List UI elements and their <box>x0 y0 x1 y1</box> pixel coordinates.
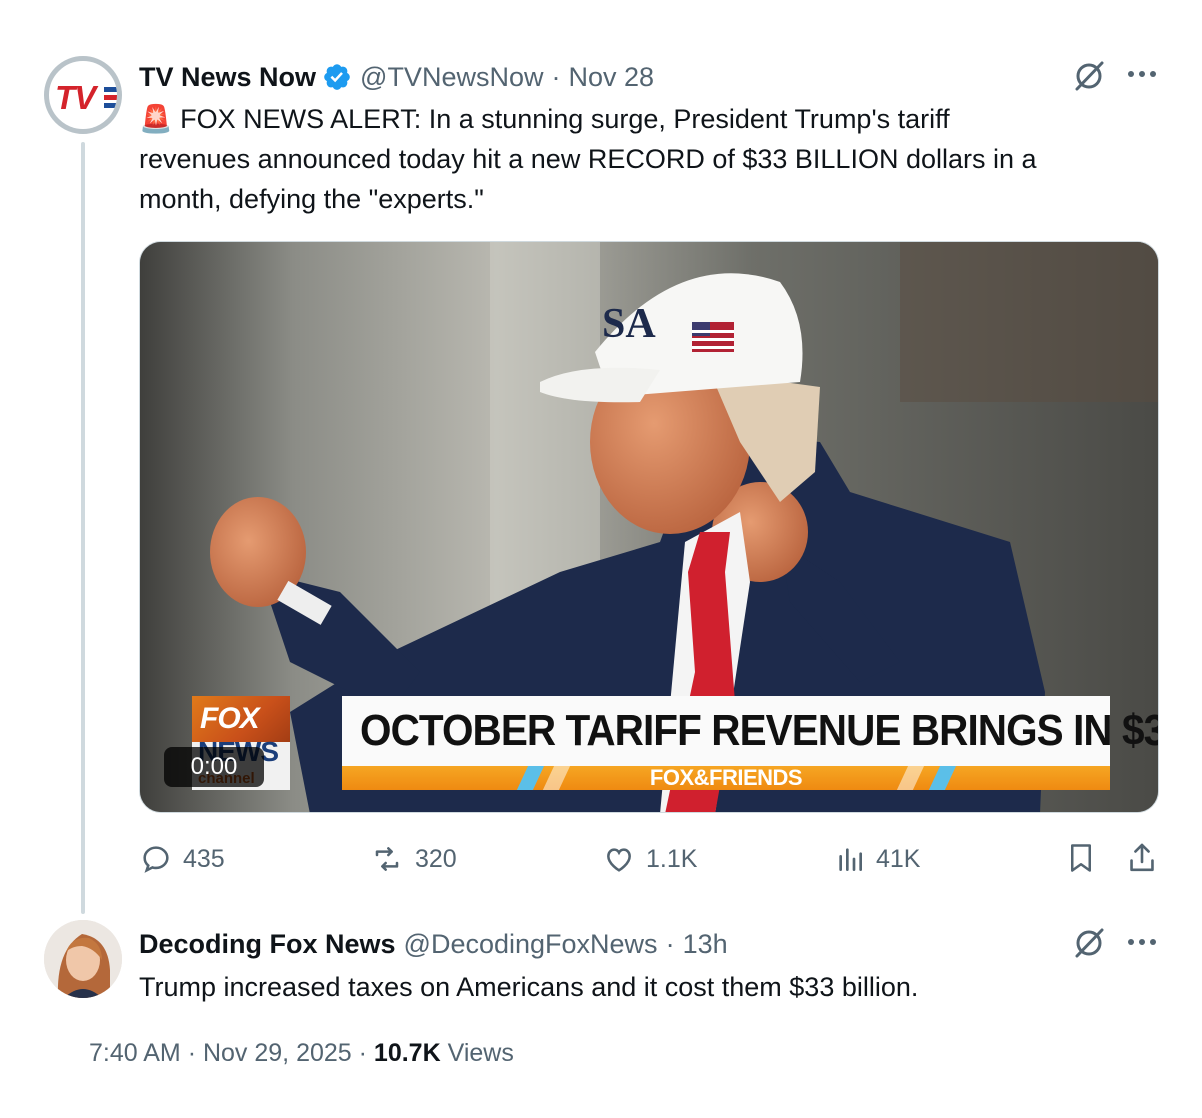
author-name[interactable]: TV News Now <box>139 62 316 93</box>
main-tweet-header: TV News Now @TVNewsNow · Nov 28 <box>139 58 654 96</box>
separator-dot: · <box>187 1039 203 1067</box>
avatar-logo-text: TV <box>55 79 96 116</box>
reply-author-avatar[interactable] <box>44 920 122 998</box>
avatar-logo-bars <box>104 87 117 111</box>
video-time-badge: 0:00 <box>164 747 264 787</box>
reply-count: 435 <box>183 844 225 873</box>
tweet-text-line-1: FOX NEWS ALERT: In a stunning surge, Pre… <box>180 104 950 134</box>
more-icon[interactable] <box>1126 66 1158 82</box>
chyron-show-name: FOX&FRIENDS <box>649 766 803 790</box>
reply-author-handle[interactable]: @DecodingFoxNews <box>404 929 658 960</box>
like-icon <box>607 848 631 872</box>
tweet-text: 🚨 FOX NEWS ALERT: In a stunning surge, P… <box>139 99 1159 219</box>
tweet-date[interactable]: Nov 28 <box>568 62 654 93</box>
share-icon[interactable] <box>1126 841 1158 875</box>
separator-dot: · <box>665 928 675 959</box>
views-icon <box>839 848 862 871</box>
svg-text:SA: SA <box>602 301 656 347</box>
like-count: 1.1K <box>646 844 698 873</box>
siren-emoji: 🚨 <box>139 104 173 134</box>
reply-button[interactable]: 435 <box>139 841 225 877</box>
grok-icon[interactable] <box>1071 58 1107 94</box>
reply-icon <box>143 846 169 873</box>
more-icon[interactable] <box>1126 934 1158 950</box>
repost-icon <box>375 847 399 871</box>
post-meta: 7:40 AM · Nov 29, 2025 · 10.7K Views <box>89 1039 514 1068</box>
chyron-show-bar: FOX&FRIENDS <box>342 766 1110 790</box>
tweet-text-line-3: month, defying the "experts." <box>139 184 484 214</box>
post-date[interactable]: Nov 29, 2025 <box>203 1039 352 1067</box>
reply-text: Trump increased taxes on Americans and i… <box>139 972 919 1002</box>
views-total: 10.7K <box>373 1039 441 1067</box>
post-time[interactable]: 7:40 AM <box>89 1039 181 1067</box>
tweet-text-line-2: revenues announced today hit a new RECOR… <box>139 144 1037 174</box>
views-button[interactable]: 41K <box>834 841 920 877</box>
thread-line <box>81 142 85 914</box>
bookmark-icon[interactable] <box>1066 841 1096 875</box>
reply-author-name[interactable]: Decoding Fox News <box>139 929 396 960</box>
views-count: 41K <box>876 844 921 873</box>
news-chyron: FOX NEWS channel OCTOBER TARIFF REVENUE … <box>192 696 1158 792</box>
reply-age[interactable]: 13h <box>683 929 728 960</box>
verified-badge-icon <box>324 64 350 90</box>
separator-dot: · <box>358 1039 374 1067</box>
author-handle[interactable]: @TVNewsNow <box>360 62 543 93</box>
views-label: Views <box>447 1039 514 1067</box>
author-avatar[interactable]: TV <box>44 56 122 134</box>
repost-count: 320 <box>415 844 457 873</box>
repost-button[interactable]: 320 <box>369 841 457 877</box>
chyron-headline: OCTOBER TARIFF REVENUE BRINGS IN $33B <box>360 706 1159 755</box>
chyron-headline-box: OCTOBER TARIFF REVENUE BRINGS IN $33B <box>342 696 1158 766</box>
video-media[interactable]: SA FOX NEWS channel OCTOBER TARIFF REVEN… <box>139 241 1159 813</box>
reply-avatar-photo <box>44 920 122 998</box>
reply-tweet-header: Decoding Fox News @DecodingFoxNews · 13h <box>139 925 728 963</box>
grok-icon[interactable] <box>1071 925 1107 961</box>
like-button[interactable]: 1.1K <box>602 841 697 877</box>
separator-dot: · <box>551 61 561 92</box>
